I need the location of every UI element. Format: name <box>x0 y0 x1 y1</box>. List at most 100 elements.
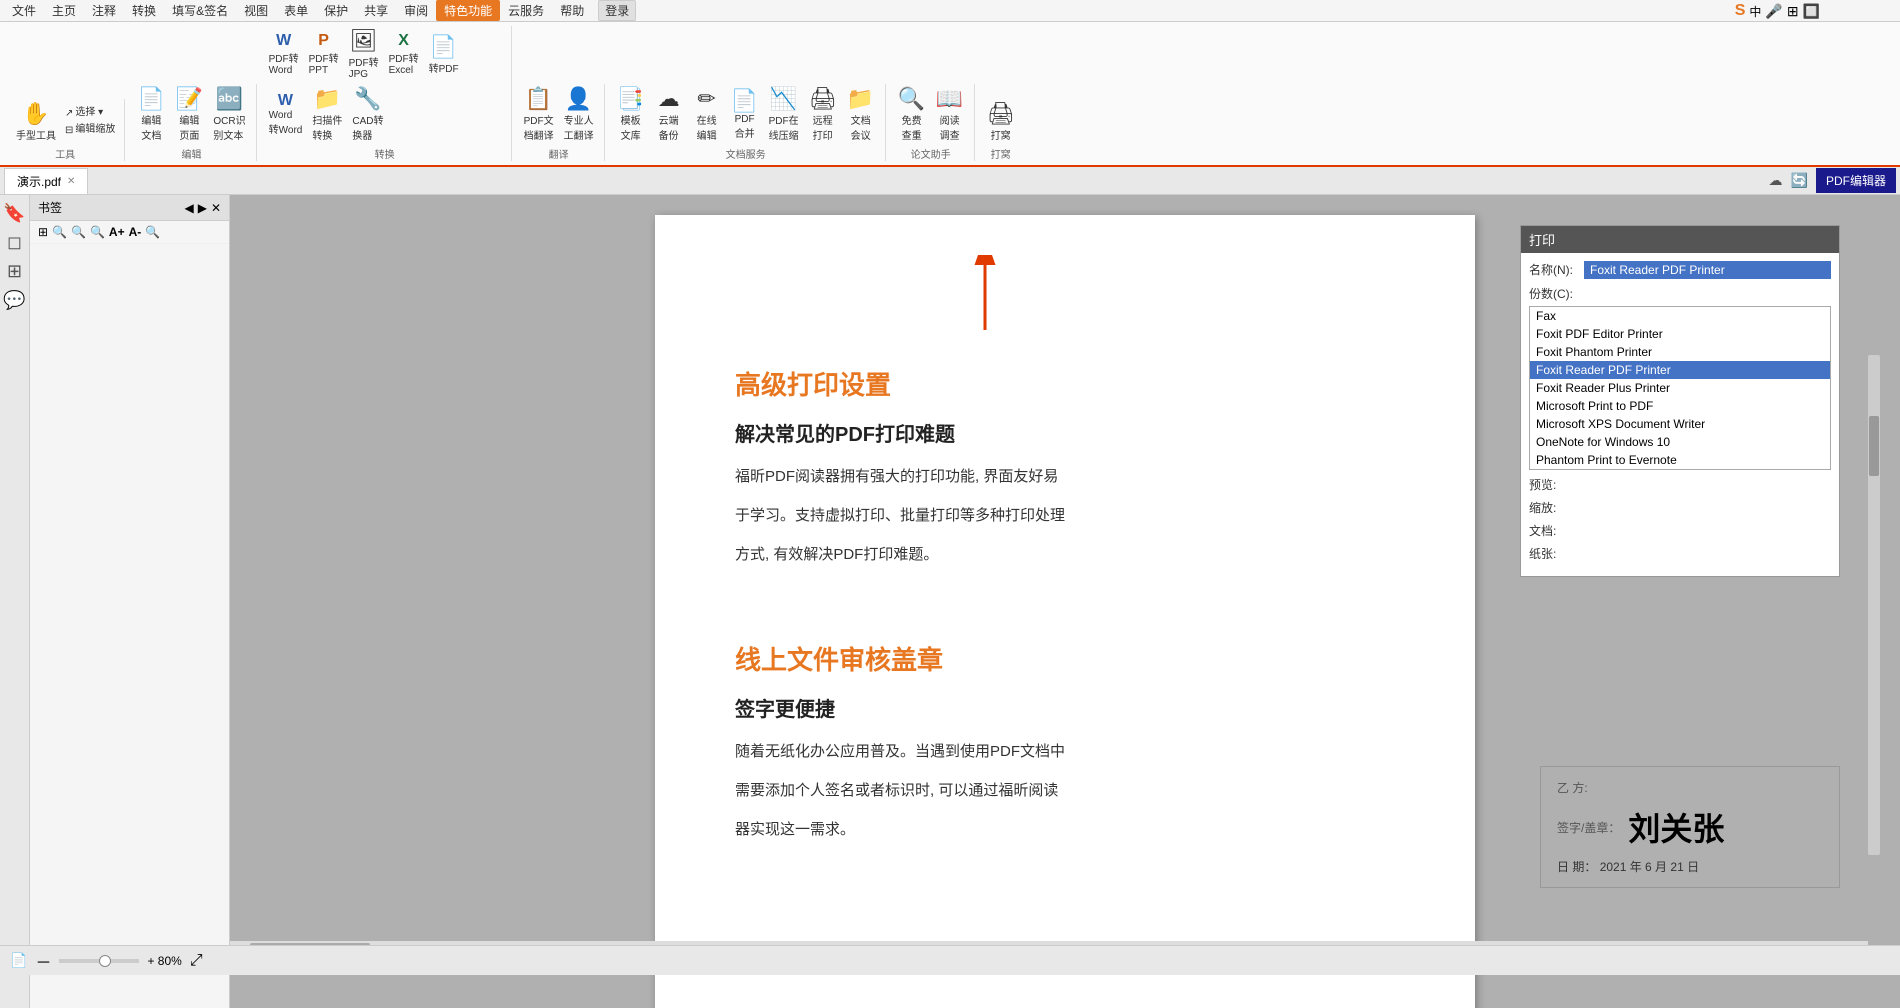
pro-translate-icon: 👤 <box>565 86 592 112</box>
ribbon-btn-scan[interactable]: 📁 扫描件转换 <box>308 84 346 144</box>
ribbon-btn-pdf-jpg[interactable]: 🖼 PDF转JPG <box>345 26 383 82</box>
sidebar-icon-comment[interactable]: 💬 <box>3 290 25 311</box>
print-list-ms-xps[interactable]: Microsoft XPS Document Writer <box>1530 415 1830 433</box>
fullscreen-icon[interactable]: ⤢ <box>190 952 203 970</box>
screen-icon[interactable]: 🔲 <box>1803 3 1820 20</box>
ribbon-btn-read-survey[interactable]: 📖 阅读调查 <box>932 84 968 144</box>
online-edit-label: 在线编辑 <box>697 112 717 142</box>
ribbon-btn-cloud-backup[interactable]: ☁ 云端备份 <box>651 84 687 144</box>
ribbon-btn-doc-meeting[interactable]: 📁 文档会议 <box>843 84 879 144</box>
zoom-slider[interactable] <box>59 959 139 963</box>
ribbon-btn-edit-page[interactable]: 📝 编辑页面 <box>171 84 207 144</box>
signature-date-row: 日 期： 2021 年 6 月 21 日 <box>1557 858 1823 875</box>
menu-item-protect[interactable]: 保护 <box>316 0 356 21</box>
sidebar-tool-5[interactable]: A+ <box>109 225 125 239</box>
scan-label: 扫描件转换 <box>312 112 342 142</box>
ribbon-btn-hand[interactable]: ✋ 手型工具 <box>12 99 60 144</box>
menu-item-special[interactable]: 特色功能 <box>436 0 500 21</box>
print-group-label: 打窝 <box>991 146 1011 161</box>
tools-group-label: 工具 <box>55 146 75 161</box>
doc-meeting-label: 文档会议 <box>851 112 871 142</box>
ribbon-btn-pdf-merge[interactable]: 📄 PDF合并 <box>727 86 763 142</box>
menu-item-view[interactable]: 视图 <box>236 0 276 21</box>
menu-item-cloud[interactable]: 云服务 <box>500 0 552 21</box>
menu-item-file[interactable]: 文件 <box>4 0 44 21</box>
ribbon-btn-pdf-word[interactable]: W PDF转Word <box>265 30 303 78</box>
ribbon-btn-remote-print[interactable]: 🖨 远程打印 <box>805 84 841 144</box>
sync-icon[interactable]: 🔄 <box>1791 172 1808 189</box>
print-list-foxit-reader[interactable]: Foxit Reader PDF Printer <box>1530 361 1830 379</box>
ribbon-btn-pro-translate[interactable]: 👤 专业人工翻译 <box>560 84 598 144</box>
print-zoom-row: 缩放: <box>1529 499 1831 516</box>
menu-item-form[interactable]: 表单 <box>276 0 316 21</box>
pdf-excel-icon: X <box>398 32 409 50</box>
sidebar-tool-1[interactable]: ⊞ <box>38 225 48 239</box>
print-copies-row: 份数(C): <box>1529 285 1831 302</box>
sidebar-icon-layers[interactable]: ◻ <box>7 232 22 253</box>
edit-buttons: 📄 编辑文档 📝 编辑页面 🔤 OCR识别文本 <box>133 84 249 144</box>
print-name-highlight[interactable]: Foxit Reader PDF Printer <box>1584 261 1831 279</box>
sidebar-header: 书签 ◀ ▶ ✕ <box>30 195 229 221</box>
ribbon-btn-edit-doc[interactable]: 📄 编辑文档 <box>133 84 169 144</box>
ribbon-btn-select[interactable]: ↗ 选择 ▾ <box>62 105 118 121</box>
ribbon-btn-free-check[interactable]: 🔍 免费查重 <box>894 84 930 144</box>
ribbon-btn-to-pdf[interactable]: 📄 转PDF <box>425 32 463 77</box>
signature-sign-label: 签字/盖章： <box>1557 819 1620 836</box>
ribbon-btn-pdf-ppt[interactable]: P PDF转PPT <box>305 30 343 78</box>
tab-close-icon[interactable]: ✕ <box>67 176 75 187</box>
print-list-onenote[interactable]: OneNote for Windows 10 <box>1530 433 1830 451</box>
zoom-plus-label: + 80% <box>147 954 181 968</box>
ribbon-btn-pdf-excel[interactable]: X PDF转Excel <box>385 30 423 78</box>
menu-item-sign[interactable]: 填写&签名 <box>164 0 236 21</box>
menu-item-share[interactable]: 共享 <box>356 0 396 21</box>
cloud-backup-icon: ☁ <box>658 86 680 112</box>
sidebar-tool-4[interactable]: 🔍 <box>90 225 105 239</box>
sidebar-tool-6[interactable]: A- <box>129 225 142 239</box>
menu-item-review[interactable]: 审阅 <box>396 0 436 21</box>
zoom-minus-btn[interactable]: － <box>35 949 51 973</box>
tab-pdf[interactable]: 演示.pdf ✕ <box>4 168 88 194</box>
print-list-foxit-editor[interactable]: Foxit PDF Editor Printer <box>1530 325 1830 343</box>
print-printer-list[interactable]: Fax Foxit PDF Editor Printer Foxit Phant… <box>1529 306 1831 470</box>
convert-group-label: 转换 <box>375 146 395 161</box>
ribbon-btn-pdf-translate[interactable]: 📋 PDF文档翻译 <box>520 84 558 144</box>
grid-icon[interactable]: ⊞ <box>1787 3 1799 20</box>
print-list-fax[interactable]: Fax <box>1530 307 1830 325</box>
ribbon-btn-cad[interactable]: 🔧 CAD转换器 <box>348 84 387 144</box>
ribbon-btn-print[interactable]: 🖨 打窝 <box>983 99 1019 144</box>
scrollbar-vertical[interactable] <box>1868 355 1880 855</box>
ribbon-btn-online-edit[interactable]: ✏ 在线编辑 <box>689 84 725 144</box>
scrollbar-thumb[interactable] <box>1869 416 1879 476</box>
ribbon-btn-ocr[interactable]: 🔤 OCR识别文本 <box>209 84 249 144</box>
menu-item-convert[interactable]: 转换 <box>124 0 164 21</box>
pdf-editor-button[interactable]: PDF编辑器 <box>1816 168 1896 193</box>
sidebar-tool-3[interactable]: 🔍 <box>71 225 86 239</box>
sidebar-nav-back[interactable]: ◀ <box>184 201 193 215</box>
ribbon-group-print: 🖨 打窝 打窝 <box>977 99 1025 161</box>
cad-icon: 🔧 <box>354 86 381 112</box>
print-list-foxit-plus[interactable]: Foxit Reader Plus Printer <box>1530 379 1830 397</box>
sidebar-icon-bookmark[interactable]: 🔖 <box>3 203 25 224</box>
menu-item-home[interactable]: 主页 <box>44 0 84 21</box>
ribbon-btn-edit-zoom[interactable]: ⊟ 编辑缩放 <box>62 122 118 138</box>
menu-item-comment[interactable]: 注释 <box>84 0 124 21</box>
ribbon-btn-compress[interactable]: 📉 PDF在线压缩 <box>765 84 803 144</box>
print-list-ms-pdf[interactable]: Microsoft Print to PDF <box>1530 397 1830 415</box>
remote-print-label: 远程打印 <box>813 112 833 142</box>
sidebar-tool-7[interactable]: 🔍 <box>145 225 160 239</box>
sidebar-tool-2[interactable]: 🔍 <box>52 225 67 239</box>
sidebar-close-btn[interactable]: ✕ <box>211 201 221 215</box>
ribbon-btn-word-word[interactable]: W Word转Word <box>265 90 307 138</box>
signature-party-label: 乙 方: <box>1557 779 1588 796</box>
print-list-phantom-evernote[interactable]: Phantom Print to Evernote <box>1530 451 1830 469</box>
sidebar-nav-forward[interactable]: ▶ <box>198 201 207 215</box>
ribbon-btn-template[interactable]: 📑 模板文库 <box>613 84 649 144</box>
hand-icon: ✋ <box>22 101 49 127</box>
cloud-icon[interactable]: ☁ <box>1769 172 1783 189</box>
print-list-foxit-phantom[interactable]: Foxit Phantom Printer <box>1530 343 1830 361</box>
sidebar-icon-thumbs[interactable]: ⊞ <box>7 261 22 282</box>
login-button[interactable]: 登录 <box>598 0 636 21</box>
mic-icon[interactable]: 🎤 <box>1765 3 1782 20</box>
menu-item-help[interactable]: 帮助 <box>552 0 592 21</box>
zoom-thumb[interactable] <box>99 955 111 967</box>
